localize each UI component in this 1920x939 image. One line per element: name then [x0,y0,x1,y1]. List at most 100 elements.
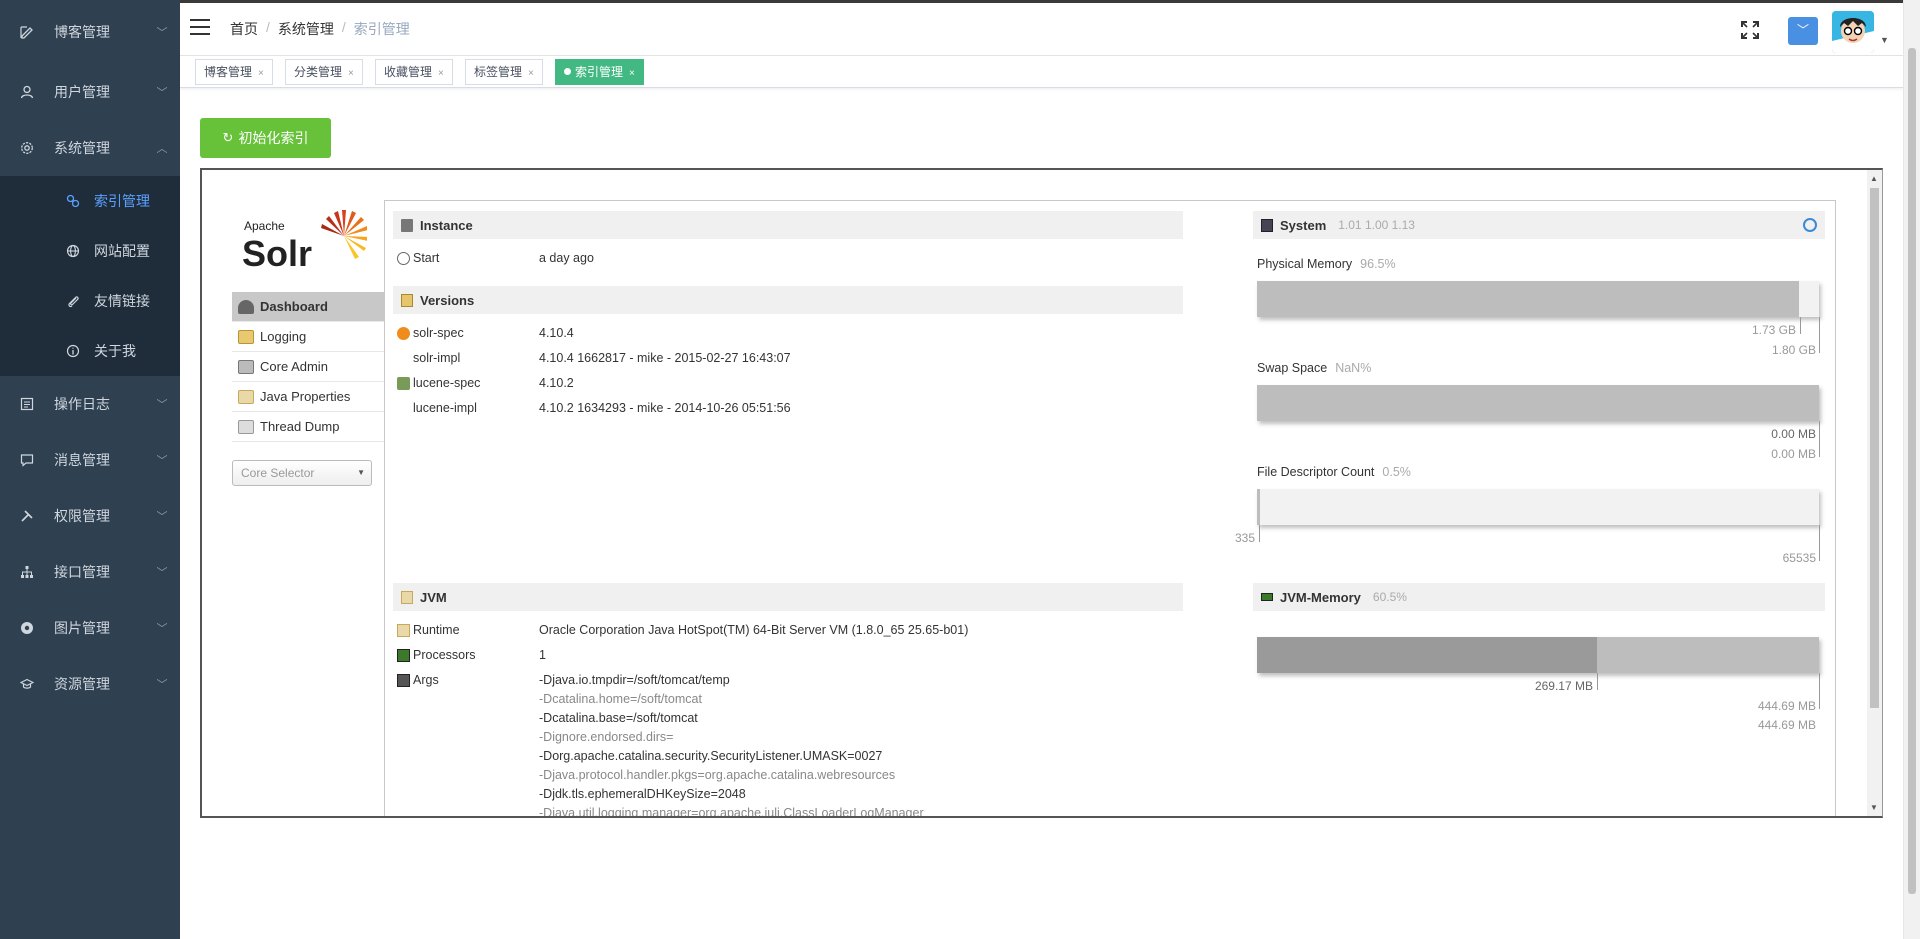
tick [1259,525,1260,542]
nav-logging[interactable]: Logging [232,322,384,352]
jvm-memory-bar [1257,637,1819,673]
jvm-memory-pct: 60.5% [1372,590,1407,604]
version-row: lucene-spec 4.10.2 [393,376,1183,392]
nav-dashboard[interactable]: Dashboard [232,292,384,322]
nav-label: Thread Dump [260,419,340,434]
page-scrollbar-thumb[interactable] [1908,48,1916,894]
nav-label: Dashboard [260,299,328,314]
tab-label: 分类管理 [294,65,343,79]
jvm-runtime-row: Runtime Oracle Corporation Java HotSpot(… [393,623,1183,639]
breadcrumb: 首页 / 系统管理 / 索引管理 [230,19,410,39]
sidebar-item-label: 用户管理 [54,84,110,100]
reload-icon[interactable] [1803,218,1817,232]
tags-view: 博客管理 × 分类管理 × 收藏管理 × 标签管理 × 索引管理 × [180,56,1903,88]
submenu-friend-links[interactable]: 友情链接 [0,276,180,326]
sidebar-item-logs[interactable]: 操作日志 ﹀ [0,376,180,432]
breadcrumb-separator: / [341,19,346,35]
swap-total-value: 0.00 MB [1771,447,1816,461]
submenu-index-manage[interactable]: 索引管理 [0,176,180,226]
sidebar-item-resources[interactable]: 资源管理 ﹀ [0,656,180,712]
init-index-button[interactable]: ↻ 初始化索引 [200,118,331,158]
fd-bar [1257,489,1819,525]
swap-label: Swap Space NaN% [1257,361,1371,375]
server-icon [401,218,413,232]
system-icon [1261,218,1273,232]
arg-item: -Djava.util.logging.manager=org.apache.j… [539,806,924,818]
chevron-down-icon: ﹀ [156,455,168,467]
hamburger-menu-icon[interactable] [190,19,210,37]
chevron-down-icon: ﹀ [156,511,168,523]
scroll-up-icon[interactable]: ▲ [1870,174,1878,183]
jvm-header: JVM [393,583,1183,611]
version-key: solr-impl [413,351,461,365]
sidebar-item-system[interactable]: 系统管理 ︿ [0,120,180,176]
arg-item: -Dcatalina.base=/soft/tomcat [539,711,698,725]
fullscreen-icon[interactable] [1740,20,1760,40]
logging-icon [238,329,254,344]
close-icon[interactable]: × [258,68,264,79]
version-value: 4.10.4 [539,326,574,340]
versions-title: Versions [420,292,475,308]
page-scrollbar[interactable] [1903,0,1920,939]
close-icon[interactable]: × [629,68,635,79]
dropdown-button[interactable]: ﹀ [1788,17,1818,45]
solr-nav: Dashboard Logging Core Admin Java Proper… [232,292,384,442]
args-label: Args [413,673,439,687]
tab-favorites[interactable]: 收藏管理 × [375,59,453,85]
scrollbar-thumb[interactable] [1870,188,1879,708]
arg-item: -Djava.io.tmpdir=/soft/tomcat/temp [539,673,730,687]
tab-label: 博客管理 [204,65,253,79]
instance-header: Instance [393,211,1183,239]
tab-blog[interactable]: 博客管理 × [195,59,273,85]
info-icon [66,344,80,358]
version-key: lucene-spec [413,376,481,390]
tab-label: 标签管理 [474,65,523,79]
nav-thread-dump[interactable]: Thread Dump [232,412,384,442]
paperclip-icon [66,294,80,308]
jvm-memory-committed-value: 444.69 MB [1757,699,1816,713]
jvm-memory-max-value: 444.69 MB [1757,718,1816,732]
sidebar-item-users[interactable]: 用户管理 ﹀ [0,64,180,120]
chevron-down-icon: ﹀ [156,27,168,39]
sidebar-item-permissions[interactable]: 权限管理 ﹀ [0,488,180,544]
physical-memory-bar [1257,281,1819,317]
version-row: lucene-impl 4.10.2 1634293 - mike - 2014… [393,401,1183,417]
sidebar-item-label: 权限管理 [54,508,110,524]
submenu-site-config[interactable]: 网站配置 [0,226,180,276]
sidebar-item-label: 消息管理 [54,452,110,468]
caret-down-icon[interactable]: ▼ [1880,35,1889,45]
tab-tags[interactable]: 标签管理 × [465,59,543,85]
breadcrumb-home[interactable]: 首页 [230,19,258,39]
sidebar-item-messages[interactable]: 消息管理 ﹀ [0,432,180,488]
tick [1819,421,1820,457]
fd-total-value: 65535 [1782,551,1816,565]
nav-java-properties[interactable]: Java Properties [232,382,384,412]
scroll-down-icon[interactable]: ▼ [1870,803,1878,812]
tab-category[interactable]: 分类管理 × [285,59,363,85]
system-submenu: 索引管理 网站配置 友情链接 关于我 [0,176,180,376]
logo-solr: Solr [242,233,312,274]
tick [1819,317,1820,353]
sidebar-item-images[interactable]: 图片管理 ﹀ [0,600,180,656]
sidebar-item-api[interactable]: 接口管理 ﹀ [0,544,180,600]
start-value: a day ago [539,251,594,265]
breadcrumb-section[interactable]: 系统管理 [278,19,334,39]
nav-core-admin[interactable]: Core Admin [232,352,384,382]
dashboard-content: Instance Start a day ago Versions solr-s… [384,200,1836,818]
version-key: solr-spec [413,326,464,340]
close-icon[interactable]: × [438,68,444,79]
close-icon[interactable]: × [528,68,534,79]
close-icon[interactable]: × [348,68,354,79]
avatar[interactable] [1832,11,1874,53]
tick [1819,525,1820,561]
iframe-scrollbar[interactable]: ▲ ▼ [1867,170,1882,816]
core-selector[interactable]: Core Selector ▼ [232,460,372,486]
sidebar-item-blog[interactable]: 博客管理 ﹀ [0,0,180,64]
core-selector-placeholder: Core Selector [241,466,315,480]
submenu-label: 索引管理 [94,193,150,209]
submenu-about[interactable]: 关于我 [0,326,180,376]
tab-index[interactable]: 索引管理 × [555,59,644,85]
message-icon [20,453,34,467]
chevron-down-icon: ﹀ [156,87,168,99]
user-icon [20,85,34,99]
